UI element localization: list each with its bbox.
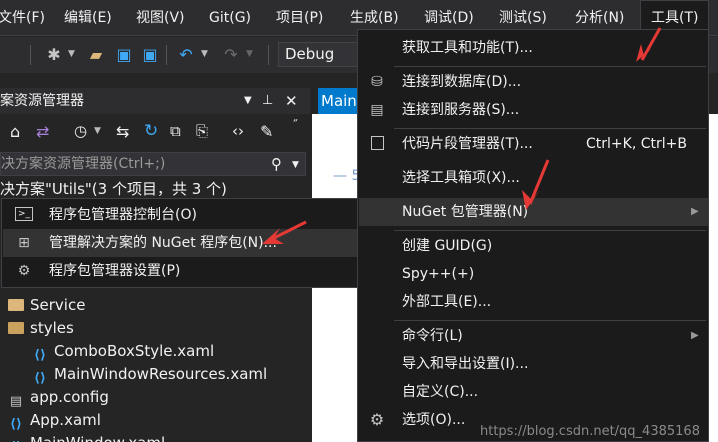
annotation-arrow [636, 27, 662, 62]
annotation-arrows [262, 27, 662, 244]
annotation-arrow [262, 220, 307, 244]
watermark: https://blog.csdn.net/qq_4385168 [480, 424, 700, 439]
annotation-arrow [522, 159, 550, 210]
